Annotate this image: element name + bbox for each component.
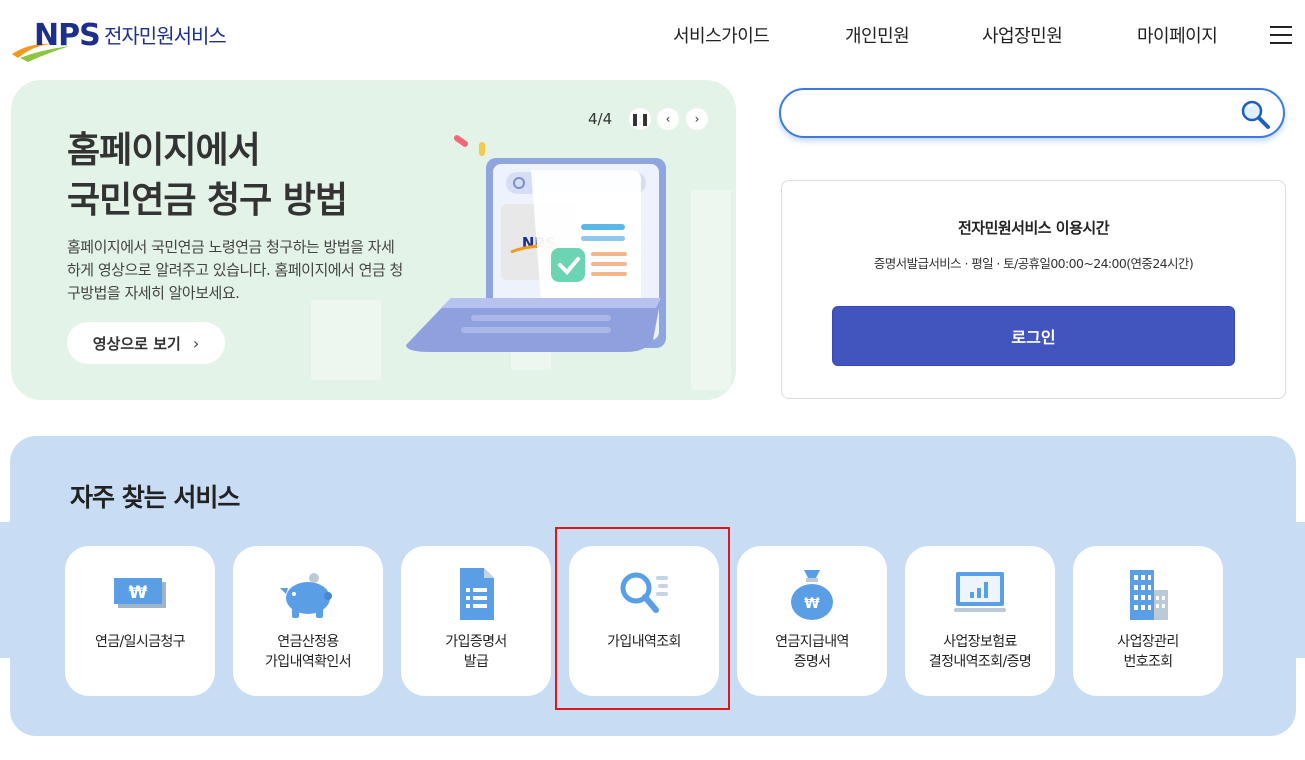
service-card-workplace-number[interactable]: 사업장관리 번호조회 bbox=[1073, 546, 1223, 696]
pause-icon[interactable]: ❚❚ bbox=[629, 108, 651, 130]
service-card-pension-claim[interactable]: ₩ 연금/일시금청구 bbox=[65, 546, 215, 696]
banner-title: 홈페이지에서 국민연금 청구 방법 bbox=[67, 126, 348, 226]
service-label-line1: 가입증명서 bbox=[445, 634, 507, 650]
building-icon bbox=[1130, 570, 1168, 620]
service-label-line1: 연금지급내역 bbox=[775, 634, 849, 650]
service-label-line2: 발급 bbox=[463, 654, 489, 670]
search-icon[interactable] bbox=[1239, 98, 1271, 130]
service-label-line1: 연금산정용 bbox=[277, 634, 339, 650]
service-card-enrollment-certificate[interactable]: 가입증명서 발급 bbox=[401, 546, 551, 696]
nav-mypage[interactable]: 마이페이지 bbox=[1137, 22, 1218, 48]
nav-personal[interactable]: 개인민원 bbox=[845, 22, 910, 48]
service-card-label: 가입증명서 발급 bbox=[401, 632, 551, 672]
service-hours-title: 전자민원서비스 이용시간 bbox=[957, 219, 1110, 237]
money-bag-icon: ₩ bbox=[791, 570, 833, 620]
site-header: NPS 전자민원서비스 서비스가이드 개인민원 사업장민원 마이페이지 bbox=[0, 0, 1305, 72]
service-label-line2: 번호조회 bbox=[1123, 654, 1173, 670]
document-icon bbox=[460, 568, 494, 620]
nav-service-guide[interactable]: 서비스가이드 bbox=[673, 22, 770, 48]
bg-decoration bbox=[311, 300, 381, 380]
service-label-line1: 연금/일시금청구 bbox=[94, 634, 186, 650]
chevron-right-icon[interactable]: › bbox=[686, 108, 708, 130]
search-input[interactable] bbox=[801, 100, 1221, 126]
promo-banner: 홈페이지에서 국민연금 청구 방법 홈페이지에서 국민연금 노령연금 청구하는 … bbox=[11, 80, 736, 400]
banner-title-line1: 홈페이지에서 bbox=[67, 130, 261, 171]
service-card-workplace-premium[interactable]: 사업장보험료 결정내역조회/증명 bbox=[905, 546, 1055, 696]
service-label-line2: 가입내역확인서 bbox=[265, 654, 352, 670]
bg-decoration bbox=[691, 190, 731, 390]
svg-text:₩: ₩ bbox=[804, 596, 820, 612]
watch-video-button[interactable]: 영상으로 보기 › bbox=[67, 322, 225, 364]
highlight-box bbox=[555, 527, 730, 710]
banner-description: 홈페이지에서 국민연금 노령연금 청구하는 방법을 자세하게 영상으로 알려주고… bbox=[67, 238, 403, 302]
chevron-left-icon[interactable]: ‹ bbox=[657, 108, 679, 130]
service-card-label: 사업장관리 번호조회 bbox=[1073, 632, 1223, 672]
service-card-payment-certificate[interactable]: ₩ 연금지급내역 증명서 bbox=[737, 546, 887, 696]
won-bill-icon: ₩ bbox=[114, 578, 166, 608]
chevron-right-icon: › bbox=[192, 333, 200, 353]
site-title: 전자민원서비스 bbox=[104, 24, 227, 48]
watch-video-label: 영상으로 보기 bbox=[92, 334, 181, 353]
site-logo[interactable]: NPS 전자민원서비스 bbox=[10, 14, 250, 64]
nav-business[interactable]: 사업장민원 bbox=[982, 22, 1063, 48]
svg-text:₩: ₩ bbox=[129, 583, 148, 603]
service-label-line1: 사업장보험료 bbox=[943, 634, 1017, 650]
frequent-services-title: 자주 찾는 서비스 bbox=[70, 483, 240, 512]
banner-title-line2: 국민연금 청구 방법 bbox=[67, 180, 348, 221]
service-card-label: 연금/일시금청구 bbox=[65, 632, 215, 652]
service-card-label: 연금지급내역 증명서 bbox=[737, 632, 887, 672]
service-card-label: 사업장보험료 결정내역조회/증명 bbox=[905, 632, 1055, 672]
service-card-label: 연금산정용 가입내역확인서 bbox=[233, 632, 383, 672]
laptop-illustration: NPS bbox=[406, 135, 666, 352]
monitor-chart-icon bbox=[954, 572, 1006, 612]
hamburger-menu-icon[interactable] bbox=[1270, 26, 1292, 44]
service-hours-box: 전자민원서비스 이용시간 증명서발급서비스 · 평일 · 토/공휴일00:00~… bbox=[781, 180, 1286, 399]
piggy-bank-icon bbox=[280, 573, 332, 618]
service-label-line1: 사업장관리 bbox=[1117, 634, 1179, 650]
service-hours-detail: 증명서발급서비스 · 평일 · 토/공휴일00:00~24:00(연중24시간) bbox=[873, 256, 1194, 271]
login-button[interactable]: 로그인 bbox=[832, 306, 1235, 366]
service-label-line2: 증명서 bbox=[793, 654, 831, 670]
search-bar bbox=[779, 88, 1285, 138]
logo-nps-text: NPS bbox=[34, 18, 101, 53]
service-card-pension-calc-certificate[interactable]: 연금산정용 가입내역확인서 bbox=[233, 546, 383, 696]
service-label-line2: 결정내역조회/증명 bbox=[928, 654, 1032, 670]
slide-counter: 4/4 bbox=[588, 110, 613, 128]
